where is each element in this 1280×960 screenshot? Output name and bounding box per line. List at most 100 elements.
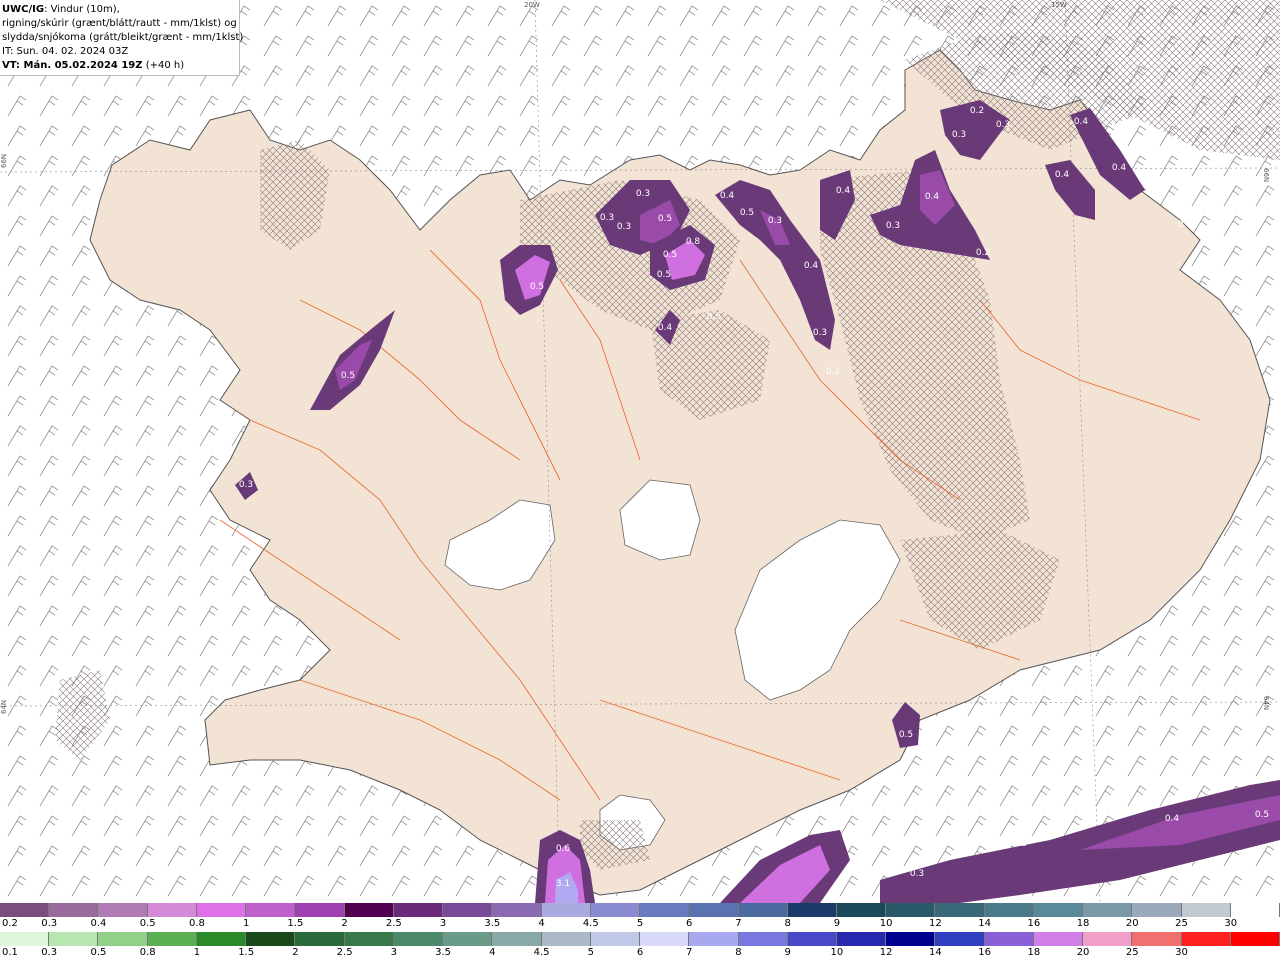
- legend-swatch: [1181, 932, 1231, 946]
- legend-swatch: [443, 903, 493, 917]
- legend-label: 5: [587, 947, 594, 958]
- legend-swatch: [886, 932, 936, 946]
- precip-label: 0.3: [910, 869, 924, 879]
- precip-label: 0.6: [556, 844, 571, 854]
- legend-swatch: [98, 903, 148, 917]
- legend-label: 2: [341, 918, 348, 929]
- legend-label: 30: [1224, 918, 1238, 929]
- legend-label: 0.8: [139, 947, 156, 958]
- legend-label: 2.5: [385, 918, 402, 929]
- legend-label: 12: [929, 918, 942, 929]
- legend-swatch: [0, 932, 50, 946]
- precip-label: 0.5: [657, 270, 671, 280]
- legend-label: 1: [193, 947, 201, 958]
- legend-label: 1.5: [238, 947, 255, 958]
- legend-swatch: [541, 903, 591, 917]
- legend-swatch: [295, 903, 345, 917]
- legend-label: 1.5: [287, 918, 304, 929]
- snow-legend: 0.2 0.3 0.4 0.5 0.8 1 1.5 2 2.5 3 3.5 4 4.5 5 6 7 8 9 10 12…: [0, 903, 1280, 931]
- legend-label: 9: [833, 918, 841, 929]
- legend-swatch: [196, 903, 247, 917]
- legend-label: 0.8: [188, 918, 205, 929]
- precip-label: 0.5: [899, 730, 913, 740]
- legend-label: 3: [439, 918, 447, 929]
- precip-label: 0.2: [970, 106, 984, 116]
- precip-label: 0.3: [768, 216, 782, 226]
- legend-swatch: [984, 932, 1034, 946]
- legend-swatch: [1230, 903, 1280, 917]
- legend-label: 0.5: [139, 918, 156, 929]
- legend-swatch: [295, 932, 345, 946]
- precip-label: 0.4: [836, 186, 851, 196]
- legend-swatch: [492, 903, 542, 917]
- precip-label: 0.5: [658, 214, 672, 224]
- legend-swatch: [1083, 903, 1133, 917]
- snow-legend-swatches: [0, 903, 1280, 917]
- forecast-hour: (+40 h): [142, 60, 185, 71]
- legend-swatch: [738, 932, 788, 946]
- legend-swatch: [344, 903, 394, 917]
- legend-label: 20: [1076, 947, 1090, 958]
- legend-swatch: [393, 932, 444, 946]
- legend-swatch: [836, 903, 887, 917]
- legend-label: 3: [390, 947, 398, 958]
- legend-swatch: [1132, 903, 1182, 917]
- legend-swatch: [147, 903, 197, 917]
- legend-label: 25: [1175, 918, 1188, 929]
- legend-swatch: [935, 932, 985, 946]
- precip-label: 0.2: [826, 367, 840, 377]
- legend-swatch: [1181, 903, 1231, 917]
- precip-label: 0.4: [1112, 163, 1127, 173]
- precip-label: 0.3: [636, 189, 650, 199]
- legend-label: 4: [489, 947, 496, 958]
- rain-legend-labels: 0.1 0.3 0.5 0.8 1 1.5 2 2.5 3 3.5 4 4.5 5 6 7 8 9 10 12 14 1…: [0, 946, 1280, 960]
- legend-swatch: [590, 932, 641, 946]
- legend-swatch: [1132, 932, 1182, 946]
- legend-swatch: [787, 932, 837, 946]
- precip-label: 0.4: [804, 261, 819, 271]
- legend-label: 14: [978, 918, 991, 929]
- legend-label: 1: [242, 918, 250, 929]
- legend-swatch: [1230, 932, 1280, 946]
- legend-label: 4.5: [533, 947, 550, 958]
- precip-label: 0.3: [996, 120, 1010, 130]
- precip-label: 0.5: [707, 312, 721, 322]
- legend-label: 6: [686, 918, 693, 929]
- title-line-2: rigning/skúrir (grænt/blátt/rautt - mm/1…: [2, 18, 237, 29]
- title-rest: : Vindur (10m),: [44, 4, 120, 15]
- precip-label: 0.5: [530, 282, 544, 292]
- legend-swatch: [49, 932, 99, 946]
- legend-swatch: [492, 932, 542, 946]
- legend-swatch: [196, 932, 247, 946]
- legend-label: 0.3: [41, 918, 58, 929]
- precip-label: 0.4: [1165, 814, 1180, 824]
- legend-swatch: [344, 932, 394, 946]
- title-line-3: slydda/snjókoma (grátt/bleikt/grænt - mm…: [2, 32, 244, 43]
- graticule-label-15w: 15W: [1051, 1, 1067, 9]
- legend-label: 0.1: [2, 947, 18, 958]
- precip-label: 0.5: [663, 250, 677, 260]
- legend-label: 4.5: [582, 918, 599, 929]
- precip-label: 0.3: [617, 222, 631, 232]
- precip-label: 0.3: [1178, 220, 1192, 230]
- legend-swatch: [1033, 932, 1084, 946]
- rain-legend: 0.1 0.3 0.5 0.8 1 1.5 2 2.5 3 3.5 4 4.5 5 6 7 8 9 10 12 14 1…: [0, 932, 1280, 960]
- legend-swatch: [1083, 932, 1133, 946]
- graticule-label-66n-right: 66N: [1262, 168, 1270, 183]
- precip-label: 3.1: [556, 879, 570, 889]
- legend-swatch: [640, 903, 690, 917]
- legend-swatch: [886, 903, 936, 917]
- legend-label: 18: [1027, 947, 1041, 958]
- precip-label: 0.5: [1255, 810, 1269, 820]
- precip-label: 0.4: [1134, 144, 1149, 154]
- legend-swatch: [443, 932, 493, 946]
- precip-label: 0.4: [720, 191, 735, 201]
- graticule-label-20w: 20W: [524, 1, 540, 9]
- legend-swatch: [246, 903, 296, 917]
- legend-label: 16: [978, 947, 991, 958]
- snow-legend-labels: 0.2 0.3 0.4 0.5 0.8 1 1.5 2 2.5 3 3.5 4 4.5 5 6 7 8 9 10 12…: [0, 917, 1280, 931]
- map-info-box: UWC/IG: Vindur (10m), rigning/skúrir (gr…: [0, 0, 244, 76]
- legend-swatch: [541, 932, 591, 946]
- legend-label: 0.5: [90, 947, 107, 958]
- precip-label: 0.4: [1074, 117, 1089, 127]
